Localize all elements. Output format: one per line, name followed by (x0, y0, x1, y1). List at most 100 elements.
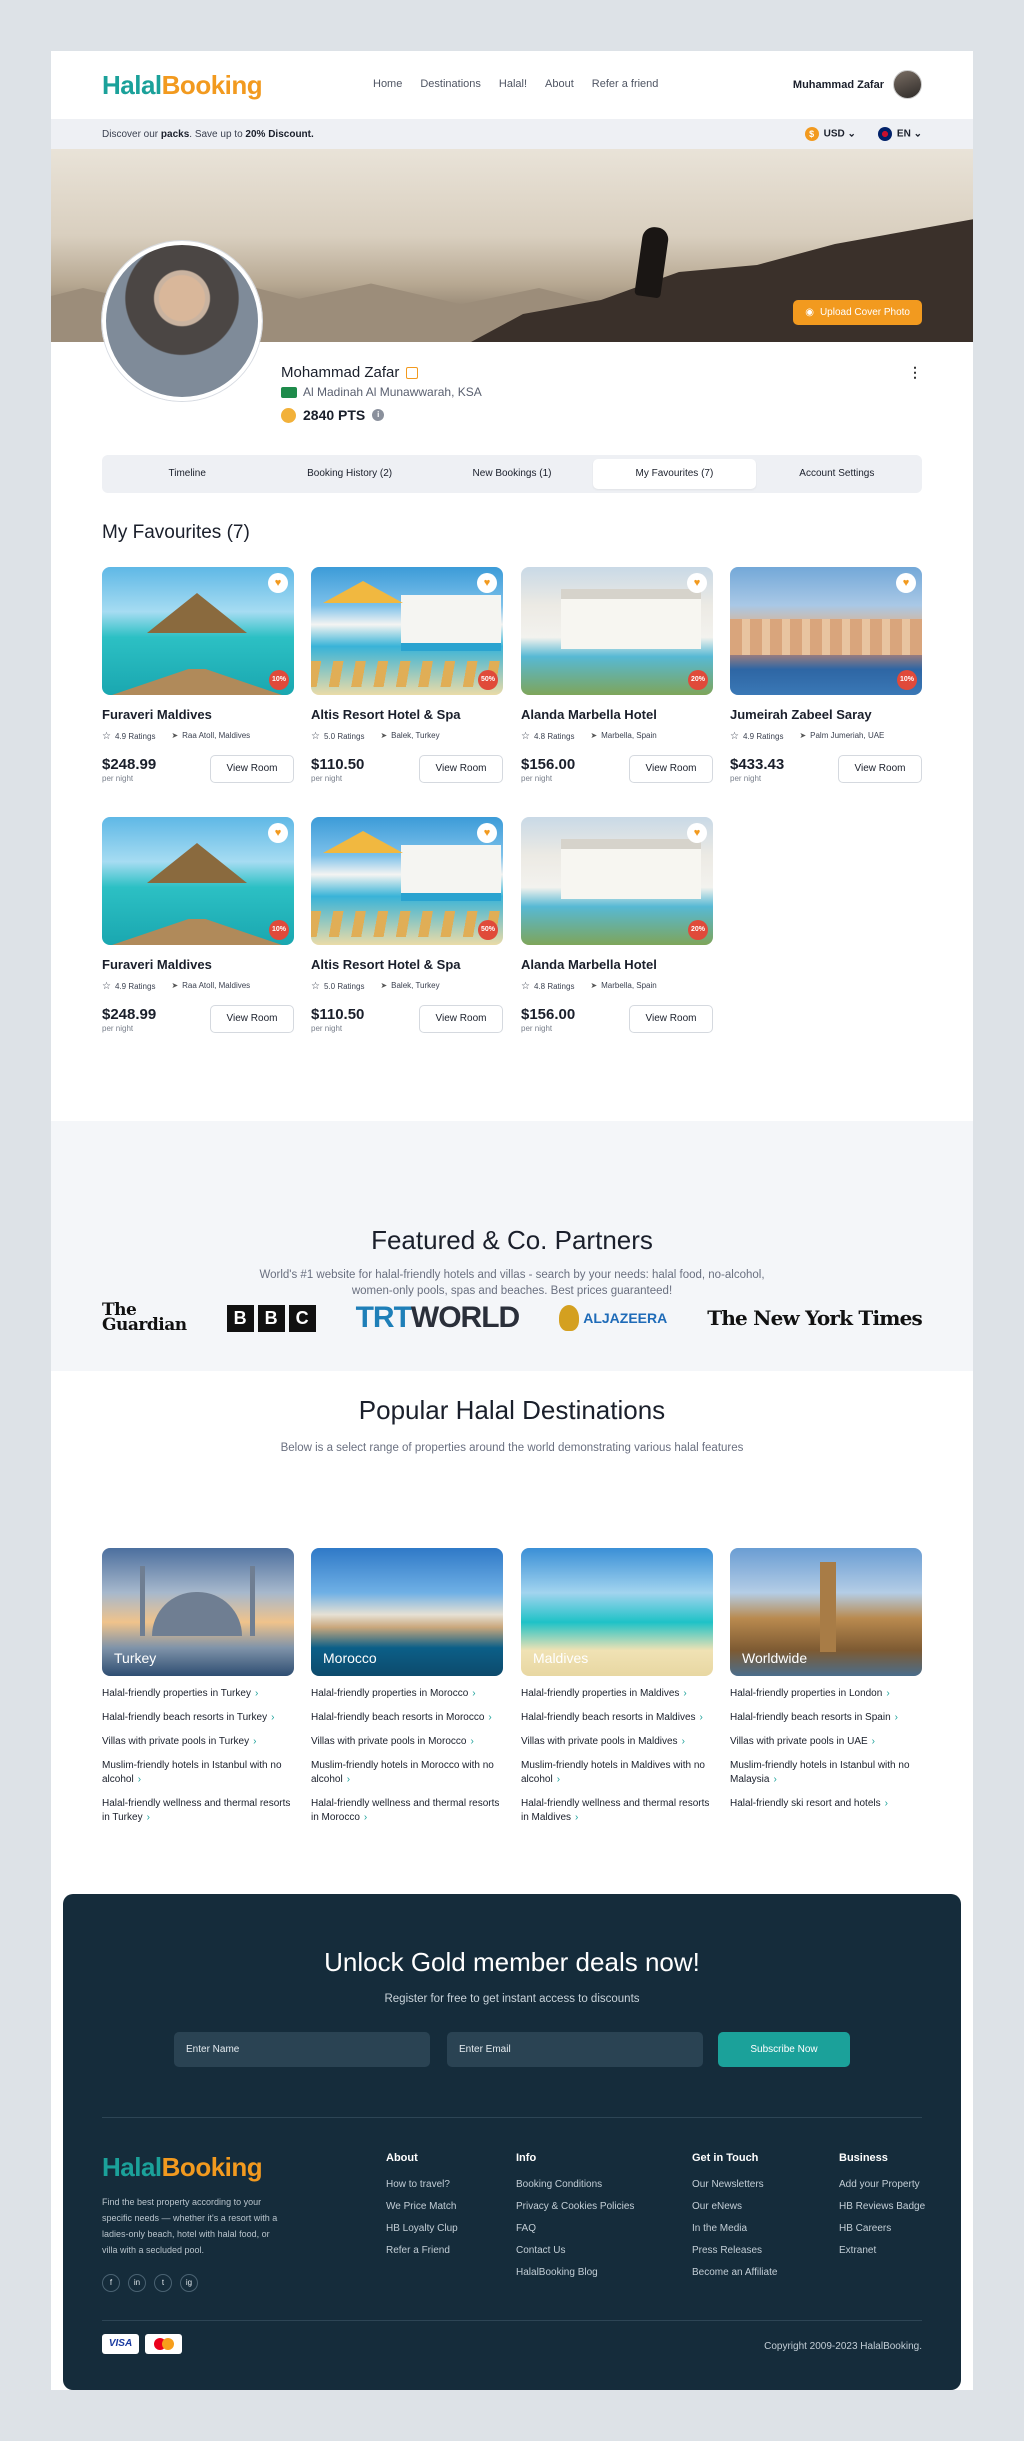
email-input[interactable] (447, 2032, 703, 2067)
heart-icon[interactable]: ♥ (268, 823, 288, 843)
view-room-button[interactable]: View Room (419, 755, 503, 783)
twitter-icon[interactable]: t (154, 2274, 172, 2292)
destination-link[interactable]: Halal-friendly properties in Morocco › (311, 1687, 503, 1701)
destination-image[interactable]: Morocco (311, 1548, 503, 1676)
hotel-name[interactable]: Alanda Marbella Hotel (521, 957, 713, 972)
linkedin-icon[interactable]: in (128, 2274, 146, 2292)
footer-link[interactable]: Extranet (839, 2244, 925, 2257)
hotel-name[interactable]: Jumeirah Zabeel Saray (730, 707, 922, 722)
hotel-image[interactable]: ♥ 10% (730, 567, 922, 695)
footer-link[interactable]: Add your Property (839, 2178, 925, 2191)
heart-icon[interactable]: ♥ (687, 573, 707, 593)
tab-timeline[interactable]: Timeline (106, 459, 268, 489)
footer-link[interactable]: Privacy & Cookies Policies (516, 2200, 634, 2213)
destination-link[interactable]: Halal-friendly beach resorts in Maldives… (521, 1711, 713, 1725)
destination-link[interactable]: Halal-friendly beach resorts in Spain › (730, 1711, 922, 1725)
upload-cover-button[interactable]: ◉ Upload Cover Photo (793, 300, 922, 325)
hotel-name[interactable]: Alanda Marbella Hotel (521, 707, 713, 722)
destination-link[interactable]: Halal-friendly wellness and thermal reso… (521, 1797, 713, 1825)
tab-new-bookings[interactable]: New Bookings (1) (431, 459, 593, 489)
nav-about[interactable]: About (545, 78, 574, 90)
footer-link[interactable]: HB Reviews Badge (839, 2200, 925, 2213)
instagram-icon[interactable]: ig (180, 2274, 198, 2292)
footer-link[interactable]: Our eNews (692, 2200, 777, 2213)
destination-link[interactable]: Halal-friendly properties in Turkey › (102, 1687, 294, 1701)
footer-column-title: Business (839, 2152, 888, 2164)
tab-booking-history[interactable]: Booking History (2) (268, 459, 430, 489)
footer-logo[interactable]: HalalBooking (102, 2152, 263, 2183)
tab-account-settings[interactable]: Account Settings (756, 459, 918, 489)
info-icon[interactable]: i (372, 409, 385, 421)
destination-link[interactable]: Halal-friendly wellness and thermal reso… (102, 1797, 294, 1825)
heart-icon[interactable]: ♥ (896, 573, 916, 593)
destination-image[interactable]: Worldwide (730, 1548, 922, 1676)
heart-icon[interactable]: ♥ (477, 823, 497, 843)
heart-icon[interactable]: ♥ (687, 823, 707, 843)
currency-select[interactable]: $ USD ⌄ (804, 127, 856, 141)
view-room-button[interactable]: View Room (629, 755, 713, 783)
destination-link[interactable]: Muslim-friendly hotels in Istanbul with … (102, 1759, 294, 1787)
footer-link[interactable]: Press Releases (692, 2244, 777, 2257)
more-options-icon[interactable]: ⋮ (908, 364, 922, 381)
destination-link[interactable]: Villas with private pools in Morocco › (311, 1735, 503, 1749)
destination-link[interactable]: Muslim-friendly hotels in Maldives with … (521, 1759, 713, 1787)
footer-link[interactable]: Refer a Friend (386, 2244, 458, 2257)
destination-link[interactable]: Halal-friendly ski resort and hotels › (730, 1797, 922, 1811)
footer-link[interactable]: FAQ (516, 2222, 634, 2235)
user-menu[interactable]: Muhammad Zafar (793, 70, 922, 99)
footer-link[interactable]: HB Careers (839, 2222, 925, 2235)
view-room-button[interactable]: View Room (629, 1005, 713, 1033)
nav-halal[interactable]: Halal! (499, 78, 527, 90)
name-input[interactable] (174, 2032, 430, 2067)
facebook-icon[interactable]: f (102, 2274, 120, 2292)
destination-image[interactable]: Maldives (521, 1548, 713, 1676)
footer-link[interactable]: Contact Us (516, 2244, 634, 2257)
hotel-image[interactable]: ♥ 50% (311, 567, 503, 695)
tab-my-favourites[interactable]: My Favourites (7) (593, 459, 756, 489)
destination-link[interactable]: Villas with private pools in UAE › (730, 1735, 922, 1749)
footer-link[interactable]: We Price Match (386, 2200, 458, 2213)
destination-link[interactable]: Halal-friendly properties in London › (730, 1687, 922, 1701)
hotel-name[interactable]: Altis Resort Hotel & Spa (311, 707, 503, 722)
nav-refer[interactable]: Refer a friend (592, 78, 659, 90)
hotel-image[interactable]: ♥ 50% (311, 817, 503, 945)
destination-link[interactable]: Muslim-friendly hotels in Morocco with n… (311, 1759, 503, 1787)
footer-link[interactable]: Booking Conditions (516, 2178, 634, 2191)
destination-link[interactable]: Halal-friendly properties in Maldives › (521, 1687, 713, 1701)
hotel-image[interactable]: ♥ 20% (521, 567, 713, 695)
hotel-name[interactable]: Furaveri Maldives (102, 957, 294, 972)
hotel-image[interactable]: ♥ 10% (102, 567, 294, 695)
footer-link[interactable]: Our Newsletters (692, 2178, 777, 2191)
destination-link[interactable]: Halal-friendly wellness and thermal reso… (311, 1797, 503, 1825)
footer-link[interactable]: How to travel? (386, 2178, 458, 2191)
heart-icon[interactable]: ♥ (268, 573, 288, 593)
hotel-image[interactable]: ♥ 20% (521, 817, 713, 945)
destination-link[interactable]: Halal-friendly beach resorts in Turkey › (102, 1711, 294, 1725)
nav-destinations[interactable]: Destinations (420, 78, 481, 90)
subscribe-button[interactable]: Subscribe Now (718, 2032, 850, 2067)
hotel-name[interactable]: Furaveri Maldives (102, 707, 294, 722)
destination-link[interactable]: Villas with private pools in Maldives › (521, 1735, 713, 1749)
language-select[interactable]: EN ⌄ (877, 127, 922, 141)
profile-avatar[interactable] (102, 241, 262, 401)
view-room-button[interactable]: View Room (838, 755, 922, 783)
nav-home[interactable]: Home (373, 78, 402, 90)
footer-link[interactable]: HalalBooking Blog (516, 2266, 634, 2279)
footer-link[interactable]: In the Media (692, 2222, 777, 2235)
destination-link[interactable]: Halal-friendly beach resorts in Morocco › (311, 1711, 503, 1725)
heart-icon[interactable]: ♥ (477, 573, 497, 593)
avatar[interactable] (893, 70, 922, 99)
footer-link[interactable]: Become an Affiliate (692, 2266, 777, 2279)
hotel-name[interactable]: Altis Resort Hotel & Spa (311, 957, 503, 972)
view-room-button[interactable]: View Room (419, 1005, 503, 1033)
destination-image[interactable]: Turkey (102, 1548, 294, 1676)
view-room-button[interactable]: View Room (210, 755, 294, 783)
destination-link[interactable]: Muslim-friendly hotels in Istanbul with … (730, 1759, 922, 1787)
destination-link[interactable]: Villas with private pools in Turkey › (102, 1735, 294, 1749)
edit-icon[interactable] (406, 366, 419, 379)
footer-link[interactable]: HB Loyalty Clup (386, 2222, 458, 2235)
hotel-image[interactable]: ♥ 10% (102, 817, 294, 945)
view-room-button[interactable]: View Room (210, 1005, 294, 1033)
partners-subtitle-2: women-only pools, spas and beaches. Best… (351, 1285, 673, 1297)
logo[interactable]: HalalBooking (102, 70, 263, 101)
